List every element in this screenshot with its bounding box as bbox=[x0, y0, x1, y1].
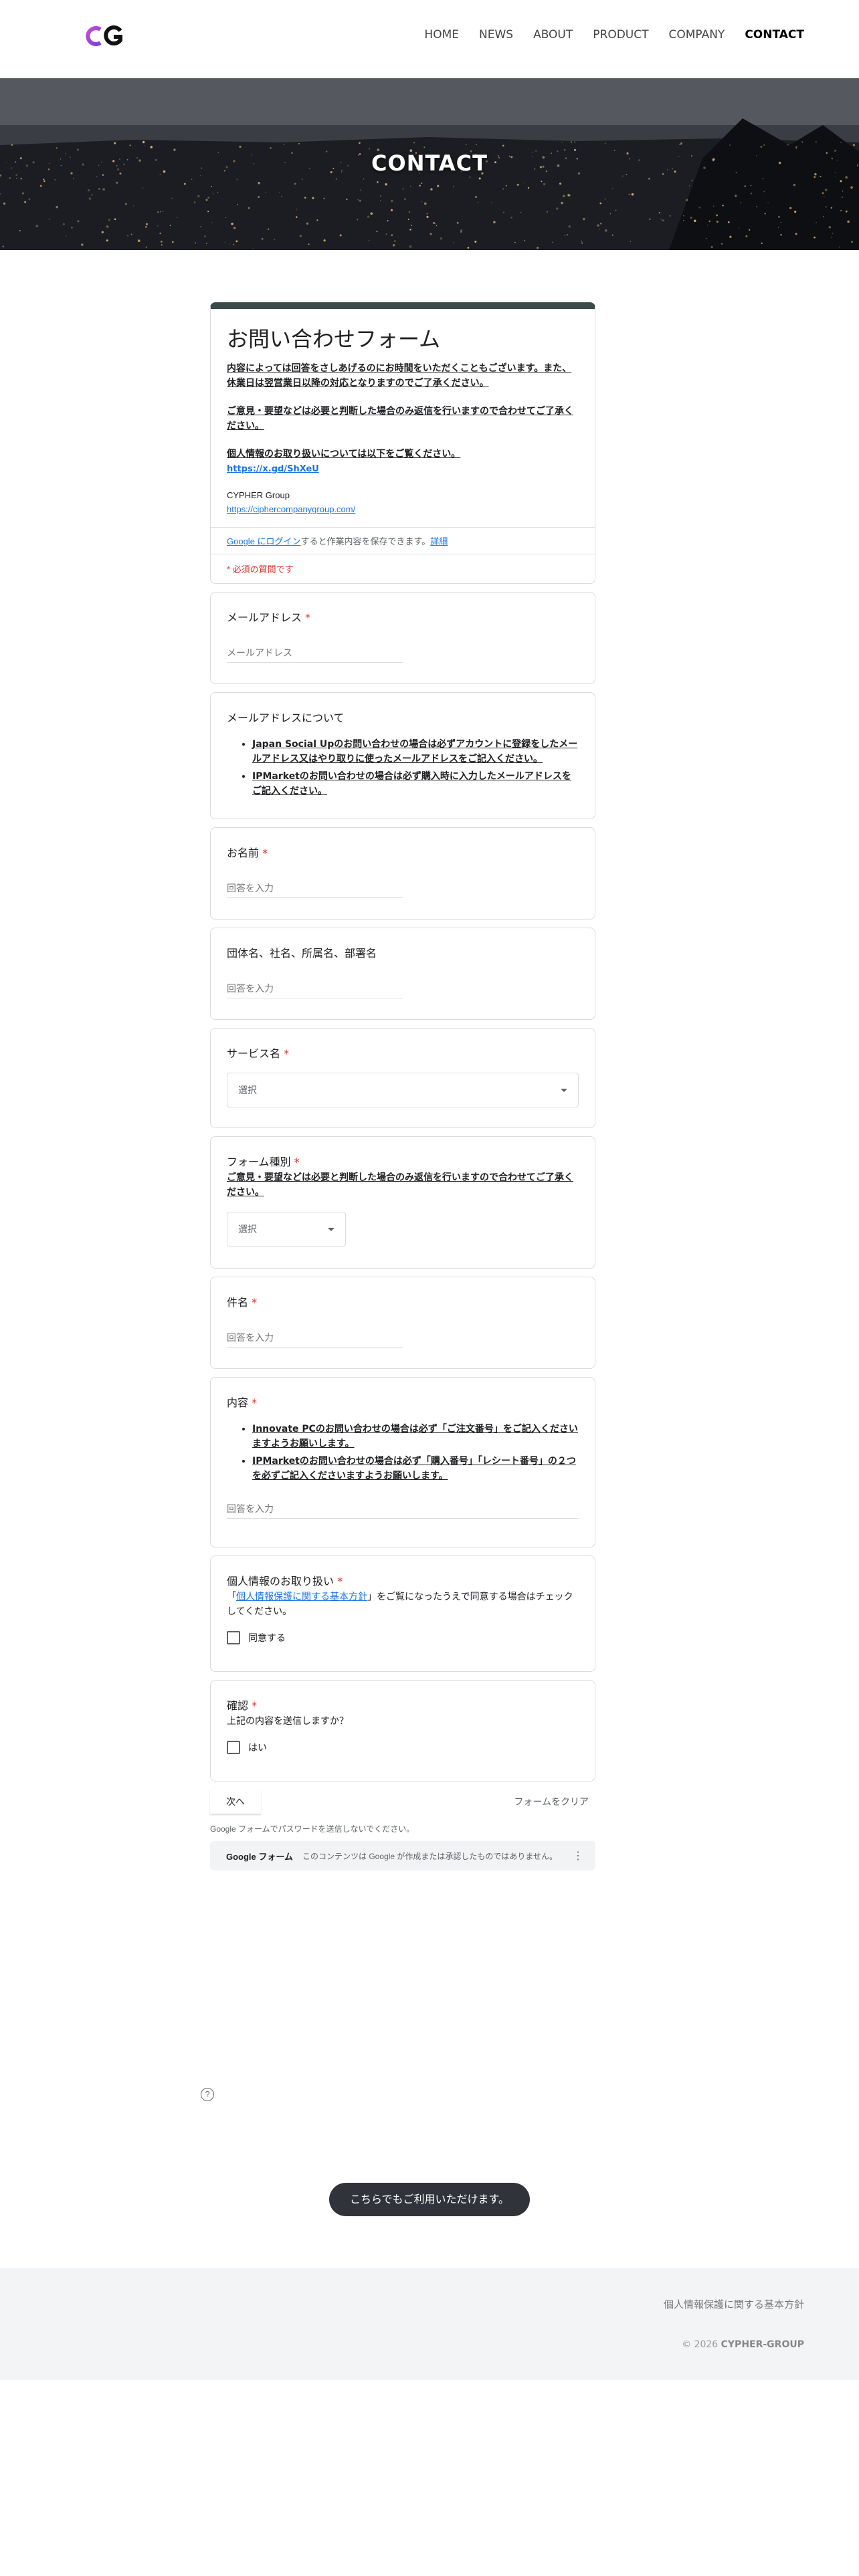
confirm-text: 上記の内容を送信しますか？ bbox=[227, 1716, 349, 1727]
form-type-select-value: 選択 bbox=[238, 1224, 257, 1235]
required-note: * 必須の質問です bbox=[227, 564, 294, 574]
content-bullet-2: IPMarketのお問い合わせの場合は必ず「購入番号」「レシート番号」の２つを必… bbox=[252, 1454, 579, 1483]
more-vert-icon[interactable]: ⋮ bbox=[573, 1849, 583, 1862]
cypher-group-logo[interactable] bbox=[86, 24, 124, 48]
password-warning: Google フォームでパスワードを送信しないでください。 bbox=[210, 1824, 415, 1834]
open-in-app-toast[interactable]: こちらでもご利用いただけます。 bbox=[329, 2183, 530, 2216]
google-signin-link[interactable]: Google にログイン bbox=[227, 536, 301, 546]
main-nav: HOME NEWS ABOUT PRODUCT COMPANY CONTACT bbox=[424, 28, 804, 41]
question-confirm: 確認 * 上記の内容を送信しますか？ はい bbox=[210, 1680, 595, 1782]
form-header-card: お問い合わせフォーム 内容によっては回答をさしあげるのにお時間をいただくこともご… bbox=[210, 302, 595, 584]
next-button[interactable]: 次へ bbox=[210, 1789, 261, 1814]
form-type-note: ご意見・要望などは必要と判断した場合のみ返信を行いますので合わせてご了承ください… bbox=[227, 1172, 573, 1198]
subject-label: 件名 bbox=[227, 1296, 249, 1309]
company-name: CYPHER Group bbox=[227, 490, 290, 500]
clear-form-button[interactable]: フォームをクリア bbox=[507, 1790, 595, 1814]
site-header: HOME NEWS ABOUT PRODUCT COMPANY CONTACT bbox=[0, 0, 859, 78]
google-form: お問い合わせフォーム 内容によっては回答をさしあげるのにお時間をいただくこともご… bbox=[210, 302, 595, 1870]
form-type-select[interactable]: 選択 bbox=[227, 1212, 346, 1247]
google-forms-footer: Google フォーム このコンテンツは Google が作成または承認したもの… bbox=[210, 1841, 595, 1870]
copyright: © 2026 CYPHER-GROUP bbox=[682, 2339, 804, 2350]
form-title: お問い合わせフォーム bbox=[227, 327, 441, 351]
question-form-type: フォーム種別 * ご意見・要望などは必要と判断した場合のみ返信を行いますので合わ… bbox=[210, 1136, 595, 1269]
privacy-short-link[interactable]: https://x.gd/ShXeU bbox=[227, 464, 319, 474]
question-email: メールアドレス * bbox=[210, 592, 595, 684]
question-privacy: 個人情報のお取り扱い * 「個人情報保護に関する基本方針」をご覧になったうえで同… bbox=[210, 1555, 595, 1672]
subject-field[interactable] bbox=[227, 1313, 403, 1348]
content-field[interactable] bbox=[227, 1486, 579, 1519]
form-actions: 次へ フォームをクリア bbox=[210, 1789, 595, 1814]
section-email-about: メールアドレスについて Japan Social Upのお問い合わせの場合は必ず… bbox=[210, 692, 595, 819]
question-service: サービス名 * 選択 bbox=[210, 1028, 595, 1128]
nav-company[interactable]: COMPANY bbox=[669, 28, 725, 41]
email-label: メールアドレス bbox=[227, 611, 302, 624]
nav-about[interactable]: ABOUT bbox=[533, 28, 573, 41]
name-field[interactable] bbox=[227, 864, 403, 898]
question-subject: 件名 * bbox=[210, 1277, 595, 1369]
email-about-bullet-2: IPMarketのお問い合わせの場合は必ず購入時に入力したメールアドレスをご記入… bbox=[252, 769, 579, 798]
form-type-label: フォーム種別 bbox=[227, 1156, 291, 1168]
nav-product[interactable]: PRODUCT bbox=[593, 28, 648, 41]
footer-privacy-link[interactable]: 個人情報保護に関する基本方針 bbox=[664, 2297, 804, 2311]
nav-news[interactable]: NEWS bbox=[479, 28, 513, 41]
content-bullet-1: Innovate PCのお問い合わせの場合は必ず「ご注文番号」をご記入くださいま… bbox=[252, 1422, 579, 1451]
form-description-2: ご意見・要望などは必要と判断した場合のみ返信を行いますので合わせてご了承ください… bbox=[227, 406, 573, 431]
privacy-label: 個人情報のお取り扱い bbox=[227, 1575, 335, 1588]
email-field[interactable] bbox=[227, 629, 403, 663]
chevron-down-icon bbox=[328, 1227, 335, 1231]
signin-text: すると作業内容を保存できます。 bbox=[300, 536, 431, 546]
company-url-link[interactable]: https://ciphercompanygroup.com/ bbox=[227, 504, 355, 514]
nav-home[interactable]: HOME bbox=[424, 28, 459, 41]
service-select-value: 選択 bbox=[238, 1085, 257, 1095]
service-label: サービス名 bbox=[227, 1047, 281, 1060]
email-about-title: メールアドレスについて bbox=[227, 712, 345, 724]
privacy-policy-link[interactable]: 個人情報保護に関する基本方針 bbox=[236, 1592, 367, 1602]
agree-checkbox[interactable] bbox=[227, 1631, 240, 1644]
org-label: 団体名、社名、所属名、部署名 bbox=[227, 947, 377, 960]
agree-checkbox-label: 同意する bbox=[248, 1632, 286, 1643]
organization-field[interactable] bbox=[227, 964, 403, 998]
signin-row: Google にログインすると作業内容を保存できます。詳細 bbox=[211, 528, 595, 554]
question-name: お名前 * bbox=[210, 827, 595, 920]
content-label: 内容 bbox=[227, 1396, 249, 1409]
help-icon[interactable]: ? bbox=[201, 2088, 214, 2101]
confirm-checkbox-label: はい bbox=[248, 1742, 267, 1753]
service-select[interactable]: 選択 bbox=[227, 1073, 579, 1107]
google-forms-disclaimer: このコンテンツは Google が作成または承認したものではありません。 bbox=[302, 1851, 558, 1861]
question-organization: 団体名、社名、所属名、部署名 bbox=[210, 928, 595, 1020]
privacy-text: 「個人情報保護に関する基本方針」をご覧になったうえで同意する場合はチェックしてく… bbox=[227, 1592, 573, 1617]
form-description-3: 個人情報のお取り扱いについては以下をご覧ください。 bbox=[227, 449, 461, 459]
form-description-1: 内容によっては回答をさしあげるのにお時間をいただくこともございます。また、休業日… bbox=[227, 363, 572, 389]
chevron-down-icon bbox=[561, 1088, 567, 1092]
google-forms-brand[interactable]: Google フォーム bbox=[226, 1850, 293, 1862]
confirm-label: 確認 bbox=[227, 1699, 249, 1712]
nav-contact[interactable]: CONTACT bbox=[745, 28, 804, 41]
hero-banner: CONTACT bbox=[0, 78, 859, 250]
name-label: お名前 bbox=[227, 847, 260, 859]
email-about-bullet-1: Japan Social Upのお問い合わせの場合は必ずアカウントに登録をしたメ… bbox=[252, 737, 579, 766]
signin-detail-link[interactable]: 詳細 bbox=[430, 536, 448, 546]
confirm-checkbox[interactable] bbox=[227, 1741, 240, 1754]
site-footer: 個人情報保護に関する基本方針 © 2026 CYPHER-GROUP bbox=[0, 2268, 859, 2380]
hero-title: CONTACT bbox=[371, 150, 488, 176]
question-content: 内容 * Innovate PCのお問い合わせの場合は必ず「ご注文番号」をご記入… bbox=[210, 1377, 595, 1547]
